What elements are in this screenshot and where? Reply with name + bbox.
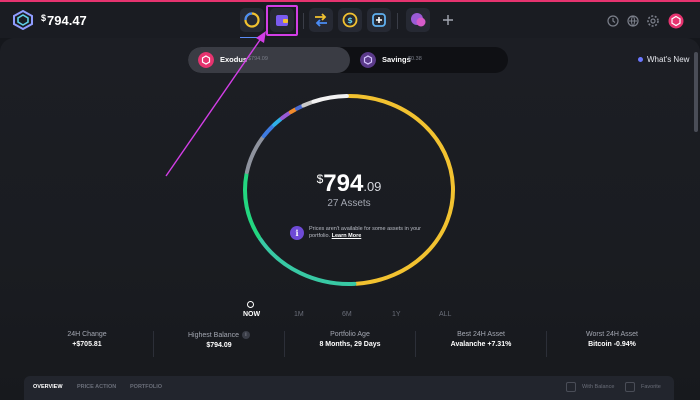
favorite-label: Favorite <box>641 384 661 390</box>
range-1y[interactable]: 1Y <box>392 311 401 318</box>
savings-wallet-value: $0.38 <box>408 56 422 62</box>
range-now[interactable]: NOW <box>243 311 260 318</box>
stat-24h-change: 24H Change +$705.81 <box>67 331 107 348</box>
range-6m[interactable]: 6M <box>342 311 352 318</box>
sync-icon[interactable] <box>626 14 640 28</box>
wallet-highlight-box <box>266 5 298 36</box>
donut-segment[interactable] <box>272 117 283 127</box>
plus-cube-icon <box>372 13 386 27</box>
tab-price-action[interactable]: PRICE ACTION <box>77 384 116 390</box>
nav-add-button[interactable] <box>436 8 460 32</box>
history-icon[interactable] <box>606 14 620 28</box>
apps-bubble-icon <box>411 13 426 27</box>
asset-tab-bar: OVERVIEW PRICE ACTION PORTFOLIO With Bal… <box>24 376 674 400</box>
notice-text: Prices aren't available for some assets … <box>309 226 422 239</box>
donut-segment[interactable] <box>295 104 304 111</box>
dollar-coin-icon: $ <box>342 12 358 28</box>
exchange-arrows-icon <box>315 13 327 27</box>
range-1m[interactable]: 1M <box>294 311 304 318</box>
nav-divider <box>303 13 304 29</box>
stat-worst-asset: Worst 24H Asset Bitcoin -0.94% <box>585 331 638 348</box>
settings-icon[interactable] <box>646 14 660 28</box>
wallet-tab-savings[interactable]: Savings $0.38 <box>350 47 508 73</box>
scrollbar[interactable] <box>694 52 698 132</box>
tab-overview[interactable]: OVERVIEW <box>33 384 63 390</box>
donut-segment[interactable] <box>243 172 261 239</box>
info-icon: i <box>290 226 304 240</box>
asset-count: 27 Assets <box>327 198 371 209</box>
wallet-switcher: Exodus $794.09 Savings $0.38 <box>188 47 508 73</box>
stats-row: 24H Change +$705.81 Highest Balance i $79… <box>22 331 678 361</box>
stat-highest-balance: Highest Balance i $794.09 <box>154 331 284 349</box>
exodus-wallet-label: Exodus <box>220 55 248 64</box>
nav-portfolio-button[interactable] <box>240 8 264 32</box>
wallet-tab-exodus[interactable]: Exodus $794.09 <box>188 47 350 73</box>
exodus-logo-icon[interactable] <box>12 10 34 30</box>
with-balance-label: With Balance <box>582 384 615 390</box>
exodus-wallet-icon <box>198 52 214 68</box>
nav-earn-button[interactable]: $ <box>338 8 362 32</box>
svg-text:$: $ <box>347 16 353 25</box>
portfolio-total: $794.09 <box>316 170 382 197</box>
exodus-wallet-value: $794.09 <box>248 56 268 62</box>
stat-best-asset: Best 24H Asset Avalanche +7.31% <box>450 331 512 348</box>
plus-icon <box>443 15 453 25</box>
nav-divider <box>397 13 398 29</box>
donut-segment[interactable] <box>288 107 298 115</box>
profile-icon[interactable] <box>668 13 684 29</box>
favorite-checkbox[interactable] <box>625 382 635 392</box>
nav-exchange-button[interactable] <box>309 8 333 32</box>
donut-segment[interactable] <box>258 236 357 286</box>
donut-segment[interactable] <box>244 135 265 175</box>
tab-portfolio[interactable]: PORTFOLIO <box>130 384 162 390</box>
total-balance: $794.47 <box>41 13 87 28</box>
portfolio-ring-icon <box>244 12 260 28</box>
info-icon[interactable]: i <box>241 331 250 339</box>
range-all[interactable]: ALL <box>439 311 451 318</box>
nav-apps-button[interactable] <box>406 8 430 32</box>
donut-segment[interactable] <box>301 100 314 108</box>
range-indicator-dot <box>247 301 254 308</box>
donut-segment[interactable] <box>311 94 349 104</box>
top-bar: $794.47 $ <box>0 2 700 39</box>
nav-web3-button[interactable] <box>367 8 391 32</box>
donut-segment[interactable] <box>261 124 275 139</box>
stat-portfolio-age: Portfolio Age 8 Months, 29 Days <box>319 331 381 348</box>
donut-segment[interactable] <box>280 111 292 120</box>
new-dot-icon <box>638 57 643 63</box>
with-balance-checkbox[interactable] <box>566 382 576 392</box>
learn-more-link[interactable]: Learn More <box>332 233 362 239</box>
savings-wallet-label: Savings <box>382 55 411 64</box>
whats-new-link[interactable]: What's New <box>638 55 689 64</box>
savings-wallet-icon <box>360 52 376 68</box>
